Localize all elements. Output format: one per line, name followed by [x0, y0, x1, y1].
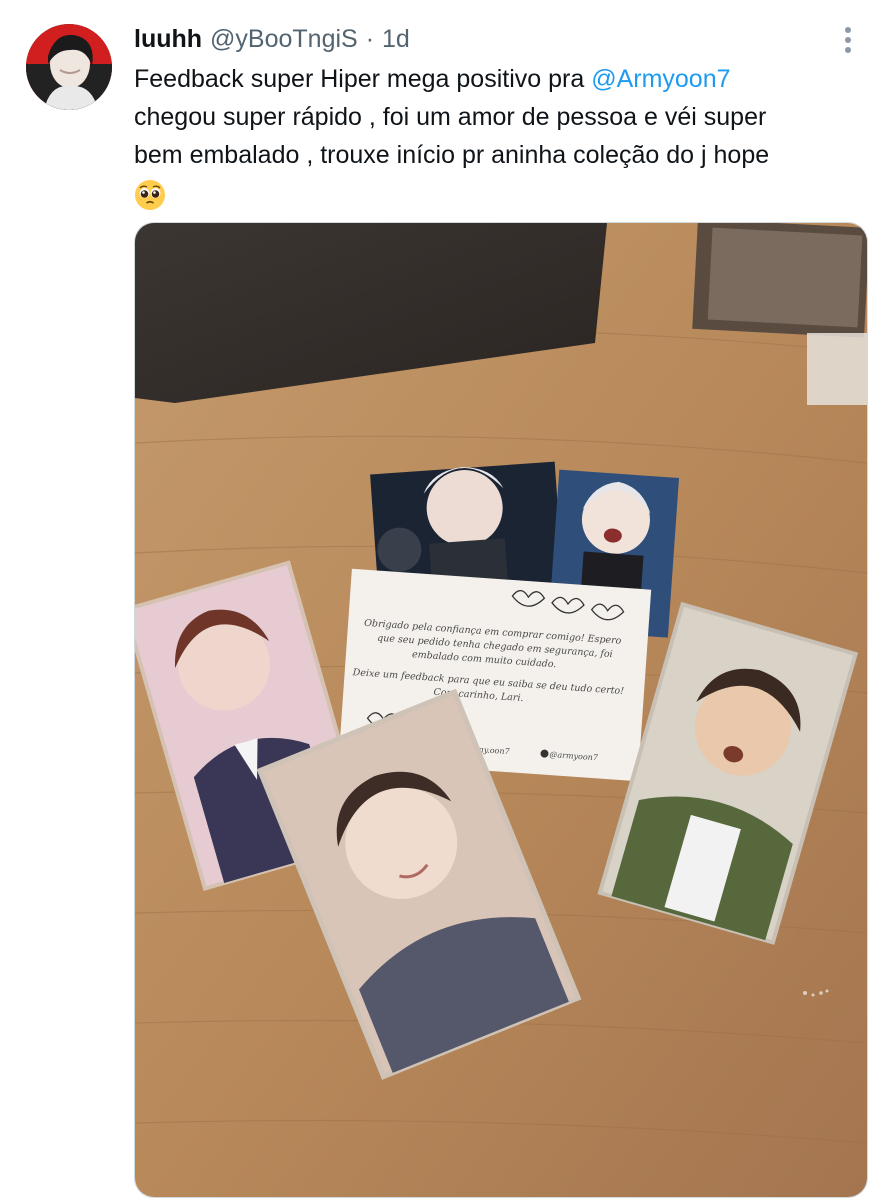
tweet-photo[interactable]: Obrigado pela confiança em comprar comig…	[134, 222, 868, 1198]
photo-of-photocards: Obrigado pela confiança em comprar comig…	[135, 223, 867, 1197]
more-vertical-icon	[845, 27, 851, 53]
tweet-line-1: Feedback super Hiper mega positivo pra @…	[134, 60, 874, 98]
tweet-text: Feedback super Hiper mega positivo pra @…	[134, 60, 874, 212]
tweet-line-3: bem embalado , trouxe início pr aninha c…	[134, 141, 770, 169]
tweet-line-4	[134, 174, 874, 212]
user-handle[interactable]: @yBooTngiS	[210, 25, 358, 54]
display-name[interactable]: luuhh	[134, 25, 202, 54]
tweet-line-1-text: Feedback super Hiper mega positivo pra	[134, 65, 592, 93]
avatar-image	[26, 24, 112, 110]
avatar[interactable]	[26, 24, 112, 110]
mention-link[interactable]: @Armyoon7	[591, 65, 730, 93]
tweet-header: luuhh @yBooTngiS · 1d	[134, 22, 410, 56]
separator-dot: ·	[365, 24, 375, 53]
more-options-button[interactable]	[832, 24, 864, 56]
tweet-line-2: chegou super rápido , foi um amor de pes…	[134, 103, 767, 131]
timestamp[interactable]: 1d	[382, 25, 410, 54]
pleading-face-emoji	[134, 179, 166, 211]
